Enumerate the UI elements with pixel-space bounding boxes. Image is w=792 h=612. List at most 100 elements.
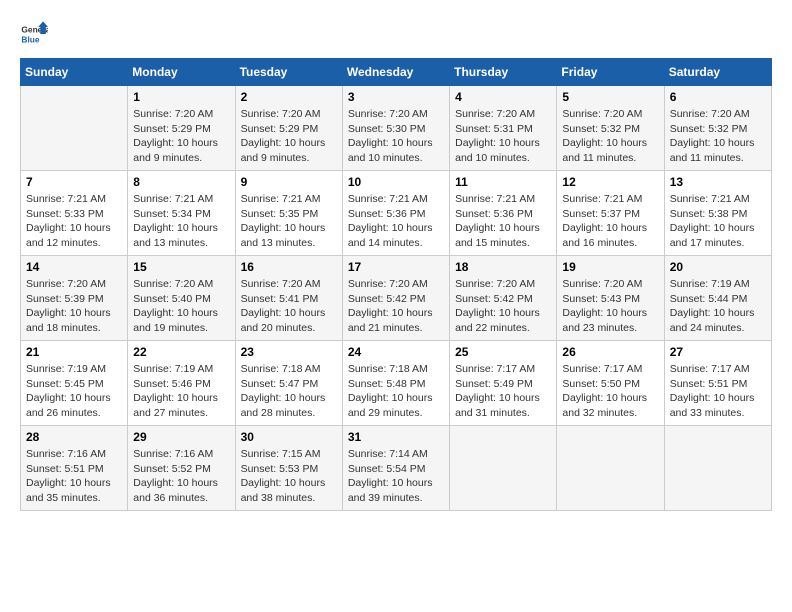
calendar-cell: 20 Sunrise: 7:19 AMSunset: 5:44 PMDayligh… [664, 256, 771, 341]
week-row-4: 21 Sunrise: 7:19 AMSunset: 5:45 PMDayligh… [21, 341, 772, 426]
day-info: Sunrise: 7:20 AMSunset: 5:41 PMDaylight:… [241, 277, 337, 336]
day-info: Sunrise: 7:21 AMSunset: 5:37 PMDaylight:… [562, 192, 658, 251]
calendar-cell: 26 Sunrise: 7:17 AMSunset: 5:50 PMDayligh… [557, 341, 664, 426]
day-number: 16 [241, 260, 337, 274]
calendar-cell: 6 Sunrise: 7:20 AMSunset: 5:32 PMDaylight… [664, 86, 771, 171]
logo-icon: GeneralBlue [20, 20, 48, 48]
weekday-header-friday: Friday [557, 59, 664, 86]
logo: GeneralBlue [20, 20, 48, 48]
day-number: 14 [26, 260, 122, 274]
day-number: 9 [241, 175, 337, 189]
day-info: Sunrise: 7:20 AMSunset: 5:42 PMDaylight:… [455, 277, 551, 336]
week-row-3: 14Sunrise: 7:20 AMSunset: 5:39 PMDayligh… [21, 256, 772, 341]
day-number: 6 [670, 90, 766, 104]
calendar-table: SundayMondayTuesdayWednesdayThursdayFrid… [20, 58, 772, 511]
day-number: 24 [348, 345, 444, 359]
calendar-cell: 29 Sunrise: 7:16 AMSunset: 5:52 PMDayligh… [128, 426, 235, 511]
day-number: 7 [26, 175, 122, 189]
calendar-cell: 4 Sunrise: 7:20 AMSunset: 5:31 PMDaylight… [450, 86, 557, 171]
calendar-cell: 15Sunrise: 7:20 AMSunset: 5:40 PMDayligh… [128, 256, 235, 341]
calendar-cell: 19 Sunrise: 7:20 AMSunset: 5:43 PMDayligh… [557, 256, 664, 341]
calendar-cell [450, 426, 557, 511]
calendar-cell [21, 86, 128, 171]
page-header: GeneralBlue [20, 20, 772, 48]
day-info: Sunrise: 7:20 AMSunset: 5:32 PMDaylight:… [562, 107, 658, 166]
calendar-cell: 17 Sunrise: 7:20 AMSunset: 5:42 PMDayligh… [342, 256, 449, 341]
day-number: 17 [348, 260, 444, 274]
day-number: 22 [133, 345, 229, 359]
day-info: Sunrise: 7:20 AMSunset: 5:29 PMDaylight:… [133, 107, 229, 166]
calendar-cell: 8 Sunrise: 7:21 AMSunset: 5:34 PMDaylight… [128, 171, 235, 256]
day-number: 8 [133, 175, 229, 189]
day-number: 28 [26, 430, 122, 444]
day-info: Sunrise: 7:17 AMSunset: 5:51 PMDaylight:… [670, 362, 766, 421]
day-number: 18 [455, 260, 551, 274]
calendar-cell: 18 Sunrise: 7:20 AMSunset: 5:42 PMDayligh… [450, 256, 557, 341]
day-info: Sunrise: 7:20 AMSunset: 5:42 PMDaylight:… [348, 277, 444, 336]
day-info: Sunrise: 7:19 AMSunset: 5:46 PMDaylight:… [133, 362, 229, 421]
calendar-cell: 16 Sunrise: 7:20 AMSunset: 5:41 PMDayligh… [235, 256, 342, 341]
day-info: Sunrise: 7:20 AMSunset: 5:31 PMDaylight:… [455, 107, 551, 166]
day-number: 25 [455, 345, 551, 359]
calendar-cell: 12 Sunrise: 7:21 AMSunset: 5:37 PMDayligh… [557, 171, 664, 256]
calendar-cell: 30 Sunrise: 7:15 AMSunset: 5:53 PMDayligh… [235, 426, 342, 511]
day-info: Sunrise: 7:21 AMSunset: 5:38 PMDaylight:… [670, 192, 766, 251]
calendar-cell: 27Sunrise: 7:17 AMSunset: 5:51 PMDayligh… [664, 341, 771, 426]
day-info: Sunrise: 7:21 AMSunset: 5:35 PMDaylight:… [241, 192, 337, 251]
day-number: 21 [26, 345, 122, 359]
week-row-2: 7Sunrise: 7:21 AMSunset: 5:33 PMDaylight… [21, 171, 772, 256]
day-number: 2 [241, 90, 337, 104]
day-info: Sunrise: 7:21 AMSunset: 5:36 PMDaylight:… [348, 192, 444, 251]
calendar-cell: 11Sunrise: 7:21 AMSunset: 5:36 PMDayligh… [450, 171, 557, 256]
day-info: Sunrise: 7:14 AMSunset: 5:54 PMDaylight:… [348, 447, 444, 506]
calendar-cell [664, 426, 771, 511]
day-info: Sunrise: 7:15 AMSunset: 5:53 PMDaylight:… [241, 447, 337, 506]
calendar-cell: 1 Sunrise: 7:20 AMSunset: 5:29 PMDaylight… [128, 86, 235, 171]
calendar-cell: 24 Sunrise: 7:18 AMSunset: 5:48 PMDayligh… [342, 341, 449, 426]
calendar-cell: 25Sunrise: 7:17 AMSunset: 5:49 PMDayligh… [450, 341, 557, 426]
day-info: Sunrise: 7:20 AMSunset: 5:32 PMDaylight:… [670, 107, 766, 166]
weekday-header-row: SundayMondayTuesdayWednesdayThursdayFrid… [21, 59, 772, 86]
day-info: Sunrise: 7:20 AMSunset: 5:43 PMDaylight:… [562, 277, 658, 336]
day-info: Sunrise: 7:16 AMSunset: 5:51 PMDaylight:… [26, 447, 122, 506]
weekday-header-wednesday: Wednesday [342, 59, 449, 86]
day-number: 5 [562, 90, 658, 104]
day-number: 20 [670, 260, 766, 274]
day-number: 3 [348, 90, 444, 104]
week-row-1: 1 Sunrise: 7:20 AMSunset: 5:29 PMDaylight… [21, 86, 772, 171]
day-number: 1 [133, 90, 229, 104]
day-info: Sunrise: 7:21 AMSunset: 5:36 PMDaylight:… [455, 192, 551, 251]
svg-text:Blue: Blue [21, 34, 39, 44]
calendar-cell: 22 Sunrise: 7:19 AMSunset: 5:46 PMDayligh… [128, 341, 235, 426]
calendar-cell: 13Sunrise: 7:21 AMSunset: 5:38 PMDayligh… [664, 171, 771, 256]
day-number: 30 [241, 430, 337, 444]
day-number: 26 [562, 345, 658, 359]
day-info: Sunrise: 7:18 AMSunset: 5:48 PMDaylight:… [348, 362, 444, 421]
day-number: 10 [348, 175, 444, 189]
weekday-header-sunday: Sunday [21, 59, 128, 86]
day-number: 19 [562, 260, 658, 274]
day-info: Sunrise: 7:17 AMSunset: 5:50 PMDaylight:… [562, 362, 658, 421]
day-info: Sunrise: 7:16 AMSunset: 5:52 PMDaylight:… [133, 447, 229, 506]
day-info: Sunrise: 7:18 AMSunset: 5:47 PMDaylight:… [241, 362, 337, 421]
calendar-cell: 21 Sunrise: 7:19 AMSunset: 5:45 PMDayligh… [21, 341, 128, 426]
day-info: Sunrise: 7:19 AMSunset: 5:45 PMDaylight:… [26, 362, 122, 421]
calendar-cell: 14Sunrise: 7:20 AMSunset: 5:39 PMDayligh… [21, 256, 128, 341]
calendar-cell: 5 Sunrise: 7:20 AMSunset: 5:32 PMDaylight… [557, 86, 664, 171]
calendar-cell: 3 Sunrise: 7:20 AMSunset: 5:30 PMDaylight… [342, 86, 449, 171]
calendar-cell: 23 Sunrise: 7:18 AMSunset: 5:47 PMDayligh… [235, 341, 342, 426]
calendar-cell: 28 Sunrise: 7:16 AMSunset: 5:51 PMDayligh… [21, 426, 128, 511]
day-number: 23 [241, 345, 337, 359]
weekday-header-monday: Monday [128, 59, 235, 86]
day-info: Sunrise: 7:21 AMSunset: 5:34 PMDaylight:… [133, 192, 229, 251]
day-info: Sunrise: 7:20 AMSunset: 5:29 PMDaylight:… [241, 107, 337, 166]
day-number: 12 [562, 175, 658, 189]
calendar-cell: 7Sunrise: 7:21 AMSunset: 5:33 PMDaylight… [21, 171, 128, 256]
calendar-cell [557, 426, 664, 511]
day-info: Sunrise: 7:20 AMSunset: 5:30 PMDaylight:… [348, 107, 444, 166]
day-info: Sunrise: 7:19 AMSunset: 5:44 PMDaylight:… [670, 277, 766, 336]
day-number: 29 [133, 430, 229, 444]
calendar-cell: 2 Sunrise: 7:20 AMSunset: 5:29 PMDaylight… [235, 86, 342, 171]
week-row-5: 28 Sunrise: 7:16 AMSunset: 5:51 PMDayligh… [21, 426, 772, 511]
day-number: 4 [455, 90, 551, 104]
